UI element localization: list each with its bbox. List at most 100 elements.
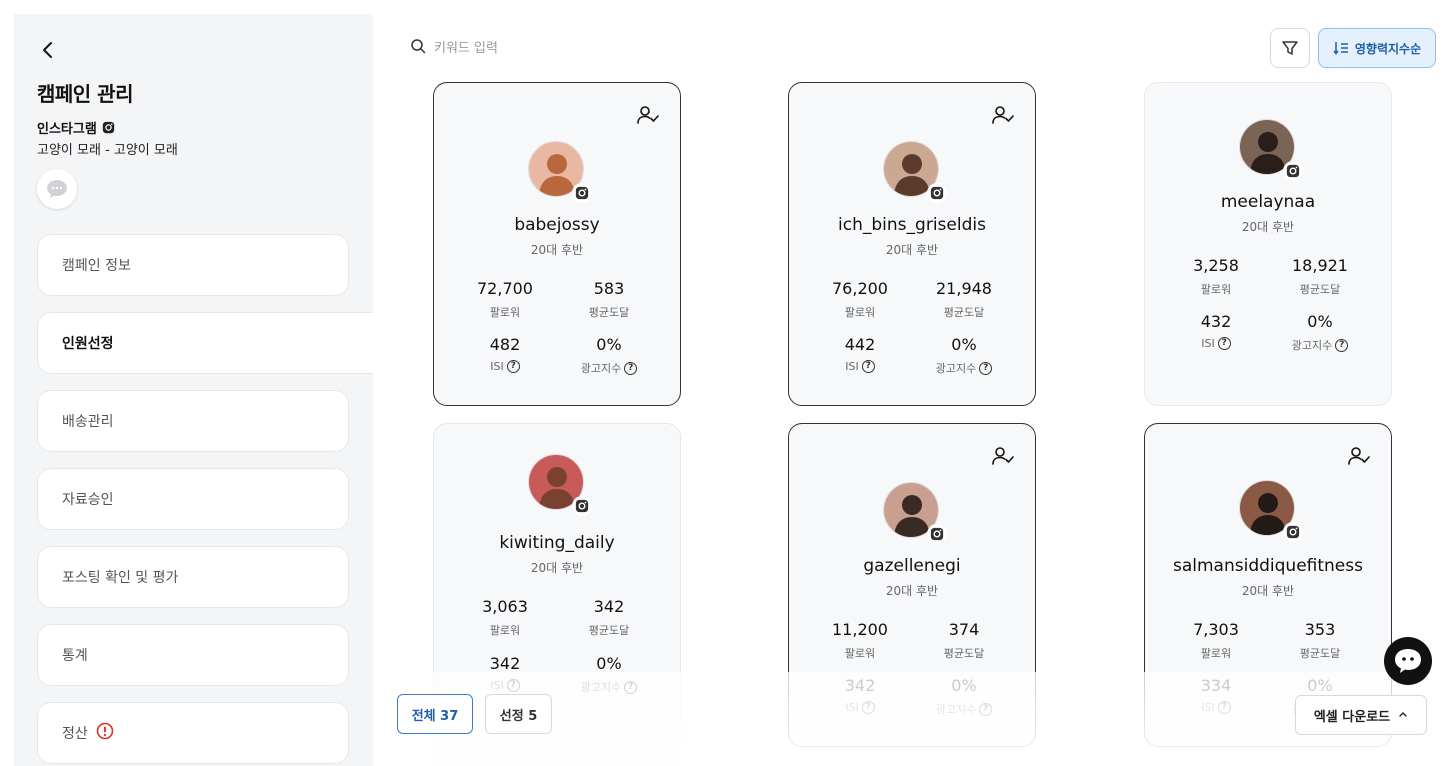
nav-label: 배송관리	[62, 414, 114, 430]
nav-settlement[interactable]: 정산	[37, 702, 349, 764]
stat-label: 평균도달	[1299, 283, 1341, 296]
stat-label: 광고지수	[935, 362, 977, 375]
help-icon[interactable]: ?	[861, 360, 875, 373]
stat-value: 3,063	[482, 597, 528, 616]
stat-value: 353	[1304, 620, 1336, 639]
avatar	[528, 141, 592, 203]
sort-icon	[1333, 42, 1348, 55]
help-icon[interactable]: ?	[1335, 338, 1349, 352]
instagram-icon	[572, 496, 592, 516]
stat-value: 0%	[1307, 312, 1333, 331]
nav-material-approval[interactable]: 자료승인	[37, 468, 349, 530]
stat-value: 442	[844, 335, 876, 354]
help-icon[interactable]: ?	[624, 361, 638, 375]
nav-statistics[interactable]: 통계	[37, 624, 349, 686]
stat-value: 0%	[596, 335, 622, 354]
stat-value: 7,303	[1193, 620, 1239, 639]
stat-isi: 442 ISI?	[805, 335, 915, 373]
stat-value: 11,200	[832, 620, 888, 639]
help-icon[interactable]: ?	[1217, 337, 1231, 350]
stat-value: 342	[593, 597, 625, 616]
search-icon	[410, 38, 426, 58]
stat-value: 76,200	[832, 279, 888, 298]
back-arrow-icon[interactable]	[36, 38, 60, 62]
stat-label: ISI	[490, 360, 504, 373]
message-button[interactable]	[37, 169, 77, 209]
nav-shipping[interactable]: 배송관리	[37, 390, 349, 452]
instagram-icon	[1283, 522, 1303, 542]
excel-download-button[interactable]: 엑셀 다운로드	[1295, 695, 1427, 735]
stat-value: 72,700	[477, 279, 533, 298]
influencer-grid: babejossy 20대 후반 72,700 팔로워 583 평균도달 482 ISI? 0%…	[380, 76, 1456, 766]
instagram-icon	[1283, 161, 1303, 181]
stat-value: 482	[489, 335, 521, 354]
user-check-icon[interactable]	[991, 103, 1015, 127]
nav-label: 정산	[62, 726, 88, 742]
influencer-handle: ich_bins_griseldis	[838, 215, 986, 235]
influencer-card[interactable]: babejossy 20대 후반 72,700 팔로워 583 평균도달 482 ISI? 0%…	[433, 82, 681, 406]
influencer-handle: babejossy	[514, 215, 600, 235]
nav-member-selection[interactable]: 인원선정	[37, 312, 373, 374]
influencer-handle: kiwiting_daily	[499, 533, 615, 553]
stat-label: 평균도달	[943, 647, 985, 660]
stat-value: 583	[593, 279, 625, 298]
nav-campaign-info[interactable]: 캠페인 정보	[37, 234, 349, 296]
influencer-handle: meelaynaa	[1220, 192, 1316, 212]
sort-button[interactable]: 영향력지수순	[1318, 28, 1436, 68]
stat-value: 0%	[596, 654, 622, 673]
stat-value: 342	[489, 654, 521, 673]
stat-avg-reach: 18,921 평균도달	[1265, 256, 1375, 297]
help-icon[interactable]: ?	[979, 361, 993, 375]
influencer-handle: salmansiddiquefitness	[1173, 556, 1363, 576]
stat-ad-index: 0% 광고지수?	[554, 335, 664, 376]
influencer-card[interactable]: meelaynaa 20대 후반 3,258 팔로워 18,921 평균도달 432 ISI?…	[1144, 82, 1392, 406]
sidebar: 캠페인 관리 인스타그램 고양이 모래 - 고양이 모래 캠페인 정보 인원선정…	[14, 14, 373, 766]
support-chat-button[interactable]	[1384, 637, 1432, 685]
user-check-icon[interactable]	[1347, 444, 1371, 468]
stat-value: 3,258	[1193, 256, 1239, 275]
stat-label: ISI	[845, 360, 859, 373]
platform-name: 인스타그램	[37, 122, 97, 137]
page-title: 캠페인 관리	[37, 82, 133, 106]
stat-label: 광고지수	[580, 362, 622, 375]
help-icon[interactable]: ?	[506, 360, 520, 373]
age-group: 20대 후반	[530, 561, 584, 575]
stat-followers: 72,700 팔로워	[450, 279, 560, 320]
stat-label: 광고지수	[1291, 339, 1333, 352]
excel-download-label: 엑셀 다운로드	[1313, 709, 1391, 725]
nav-label: 캠페인 정보	[62, 258, 131, 274]
stat-label: ISI	[1201, 337, 1215, 350]
user-check-icon[interactable]	[991, 444, 1015, 468]
influencer-card[interactable]: ich_bins_griseldis 20대 후반 76,200 팔로워 21,948 평…	[788, 82, 1036, 406]
instagram-icon	[572, 183, 592, 203]
avatar	[1239, 119, 1303, 181]
stat-label: 평균도달	[588, 624, 630, 637]
stat-label: 팔로워	[844, 647, 876, 660]
stat-label: 팔로워	[1200, 283, 1232, 296]
age-group: 20대 후반	[530, 243, 584, 257]
alert-icon	[96, 722, 114, 744]
nav-label: 자료승인	[62, 492, 114, 508]
avatar	[1239, 480, 1303, 542]
instagram-icon	[927, 524, 947, 544]
stat-ad-index: 0% 광고지수?	[1265, 312, 1375, 353]
campaign-name: 고양이 모래 - 고양이 모래	[37, 143, 178, 158]
nav-label: 통계	[62, 648, 88, 664]
search-input[interactable]	[434, 40, 634, 56]
stat-value: 432	[1200, 312, 1232, 331]
tab-selected[interactable]: 선정 5	[485, 694, 552, 734]
stat-label: 팔로워	[1200, 647, 1232, 660]
stat-isi: 482 ISI?	[450, 335, 560, 373]
instagram-icon	[102, 121, 115, 134]
chevron-up-icon	[1398, 708, 1408, 723]
user-check-icon[interactable]	[636, 103, 660, 127]
stat-avg-reach: 353 평균도달	[1265, 620, 1375, 661]
search-bar	[410, 38, 634, 58]
stat-avg-reach: 342 평균도달	[554, 597, 664, 638]
filter-icon	[1282, 41, 1298, 55]
nav-posting-review[interactable]: 포스팅 확인 및 평가	[37, 546, 349, 608]
age-group: 20대 후반	[885, 584, 939, 598]
stat-label: 평균도달	[1299, 647, 1341, 660]
filter-button[interactable]	[1270, 28, 1310, 68]
tab-all[interactable]: 전체 37	[397, 694, 473, 734]
